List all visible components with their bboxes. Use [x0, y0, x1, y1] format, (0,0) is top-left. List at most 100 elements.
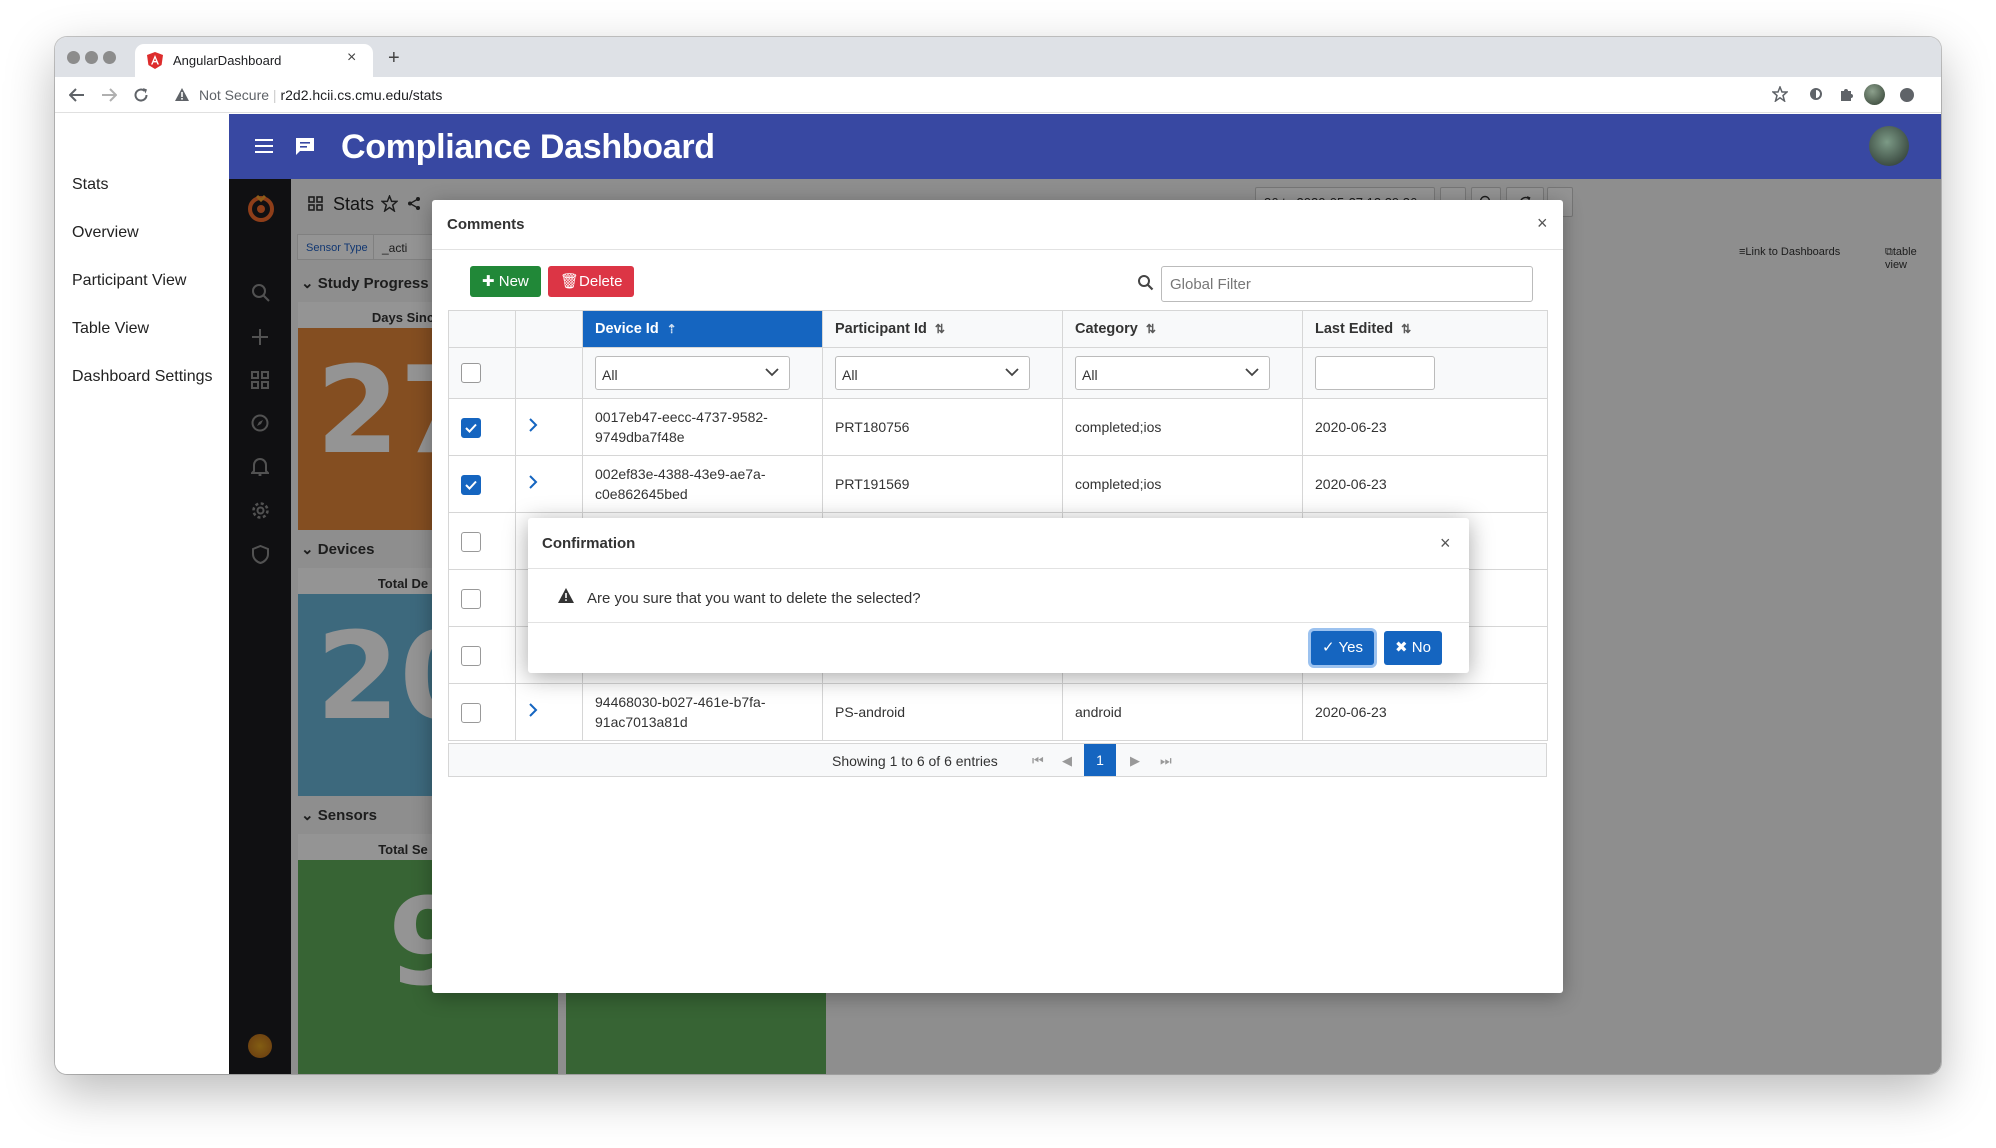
- comments-dialog-title: Comments: [447, 216, 525, 233]
- delete-button-label: Delete: [579, 273, 623, 290]
- row-expand-cell: [515, 683, 583, 741]
- hamburger-menu-icon[interactable]: [255, 139, 273, 153]
- last-edited-filter-cell: [1302, 347, 1548, 399]
- extension-icon[interactable]: [1810, 88, 1822, 100]
- user-avatar[interactable]: [1869, 126, 1909, 166]
- page-button-current[interactable]: 1: [1084, 744, 1116, 776]
- row-checkbox-checked[interactable]: [461, 474, 481, 495]
- menu-item-overview[interactable]: Overview: [72, 224, 139, 242]
- first-page-icon[interactable]: ⏮: [1032, 753, 1044, 769]
- address-text[interactable]: Not Secure | r2d2.hcii.cs.cmu.edu/stats: [199, 87, 442, 103]
- device-id-filter[interactable]: All: [595, 356, 791, 390]
- menu-item-participant-view[interactable]: Participant View: [72, 272, 186, 290]
- yes-button[interactable]: ✓ Yes: [1311, 631, 1374, 665]
- table-row[interactable]: 94468030-b027-461e-b7fa-91ac7013a81d PS-…: [448, 683, 1548, 741]
- chevron-right-icon[interactable]: [528, 703, 538, 717]
- last-edited-filter-input[interactable]: [1315, 356, 1435, 390]
- select-column-header: [448, 310, 516, 348]
- last-edited-cell: 2020-06-23: [1302, 398, 1548, 456]
- table-row[interactable]: 002ef83e-4388-43e9-ae7a-c0e862645bed PRT…: [448, 455, 1548, 513]
- chat-icon[interactable]: [295, 137, 315, 157]
- row-checkbox[interactable]: [461, 645, 481, 666]
- paginator: Showing 1 to 6 of 6 entries ⏮ ◀ 1 ▶ ⏭: [448, 743, 1547, 777]
- comments-dialog-header: Comments ×: [432, 200, 1563, 250]
- menu-item-dashboard-settings[interactable]: Dashboard Settings: [72, 368, 213, 386]
- browser-menu-icon[interactable]: [1900, 88, 1914, 102]
- back-icon[interactable]: [69, 88, 85, 102]
- device-id-filter-cell: All: [582, 347, 823, 399]
- last-edited-header[interactable]: Last Edited ⇅: [1302, 310, 1548, 348]
- close-icon[interactable]: ×: [1537, 213, 1548, 234]
- category-cell: completed;ios: [1062, 455, 1303, 513]
- last-edited-cell: 2020-06-23: [1302, 683, 1548, 741]
- row-checkbox[interactable]: [461, 588, 481, 609]
- last-page-icon[interactable]: ⏭: [1160, 753, 1172, 769]
- table-row[interactable]: 0017eb47-eecc-4737-9582-9749dba7f48e PRT…: [448, 398, 1548, 456]
- global-filter-input[interactable]: Global Filter: [1161, 266, 1533, 302]
- divider: [528, 622, 1469, 623]
- sort-icon: ⇅: [934, 322, 945, 336]
- device-id-header[interactable]: Device Id ⇡: [582, 310, 823, 348]
- tab-close-icon[interactable]: ×: [347, 49, 356, 67]
- url-text: r2d2.hcii.cs.cmu.edu/stats: [280, 87, 443, 103]
- menu-item-table-view[interactable]: Table View: [72, 320, 149, 338]
- filter-value: All: [842, 367, 858, 383]
- not-secure-label: Not Secure: [199, 87, 270, 103]
- search-icon: [1138, 275, 1154, 291]
- sort-ascending-icon: ⇡: [666, 322, 677, 336]
- column-label: Category: [1075, 321, 1138, 337]
- select-all-checkbox[interactable]: [461, 363, 481, 383]
- column-label: Device Id: [595, 321, 659, 337]
- warning-triangle-icon: [558, 588, 574, 603]
- puzzle-icon[interactable]: [1839, 87, 1854, 102]
- bookmark-star-icon[interactable]: [1772, 86, 1788, 102]
- chevron-down-icon: [765, 368, 779, 377]
- check-icon: [465, 423, 477, 433]
- row-select-cell: [448, 398, 516, 456]
- times-icon: ✖: [1395, 639, 1412, 656]
- row-checkbox[interactable]: [461, 702, 481, 723]
- category-filter[interactable]: All: [1075, 356, 1271, 390]
- category-header[interactable]: Category ⇅: [1062, 310, 1303, 348]
- participant-id-header[interactable]: Participant Id ⇅: [822, 310, 1063, 348]
- new-tab-icon[interactable]: +: [388, 47, 400, 70]
- divider: [528, 568, 1469, 569]
- forward-icon[interactable]: [101, 88, 117, 102]
- no-button[interactable]: ✖ No: [1384, 631, 1442, 665]
- plus-icon: ✚: [482, 273, 499, 290]
- left-menu: Stats Overview Participant View Table Vi…: [55, 114, 229, 1074]
- confirmation-title: Confirmation: [542, 535, 636, 552]
- new-button[interactable]: ✚ New: [470, 266, 541, 297]
- delete-button[interactable]: 🗑Delete: [548, 266, 635, 297]
- page-title: Compliance Dashboard: [341, 128, 715, 166]
- category-cell: completed;ios: [1062, 398, 1303, 456]
- select-all-cell: [448, 347, 516, 399]
- minimize-window-dot[interactable]: [85, 51, 98, 64]
- device-id-cell: 94468030-b027-461e-b7fa-91ac7013a81d: [582, 683, 823, 741]
- row-checkbox-checked[interactable]: [461, 417, 481, 438]
- profile-avatar-icon[interactable]: [1864, 84, 1885, 105]
- row-checkbox[interactable]: [461, 531, 481, 552]
- participant-id-filter[interactable]: All: [835, 356, 1031, 390]
- chevron-right-icon[interactable]: [528, 475, 538, 489]
- tab-title: AngularDashboard: [173, 53, 282, 68]
- maximize-window-dot[interactable]: [103, 51, 116, 64]
- table-header-row: Device Id ⇡ Participant Id ⇅ Category ⇅ Las…: [448, 310, 1548, 348]
- filter-value: All: [602, 367, 618, 383]
- menu-item-stats[interactable]: Stats: [72, 176, 108, 194]
- device-id-cell: 0017eb47-eecc-4737-9582-9749dba7f48e: [582, 398, 823, 456]
- previous-page-icon[interactable]: ◀: [1062, 753, 1072, 769]
- device-id-cell: 002ef83e-4388-43e9-ae7a-c0e862645bed: [582, 455, 823, 513]
- participant-id-filter-cell: All: [822, 347, 1063, 399]
- row-select-cell: [448, 569, 516, 627]
- reload-icon[interactable]: [133, 87, 149, 103]
- chevron-right-icon[interactable]: [528, 418, 538, 432]
- close-window-dot[interactable]: [67, 51, 80, 64]
- warning-icon[interactable]: [175, 88, 189, 101]
- expand-column-header: [515, 310, 583, 348]
- close-icon[interactable]: ×: [1440, 533, 1451, 554]
- next-page-icon[interactable]: ▶: [1130, 753, 1140, 769]
- new-button-label: New: [498, 273, 529, 290]
- browser-tab[interactable]: AngularDashboard ×: [135, 44, 373, 77]
- sort-icon: ⇅: [1145, 322, 1156, 336]
